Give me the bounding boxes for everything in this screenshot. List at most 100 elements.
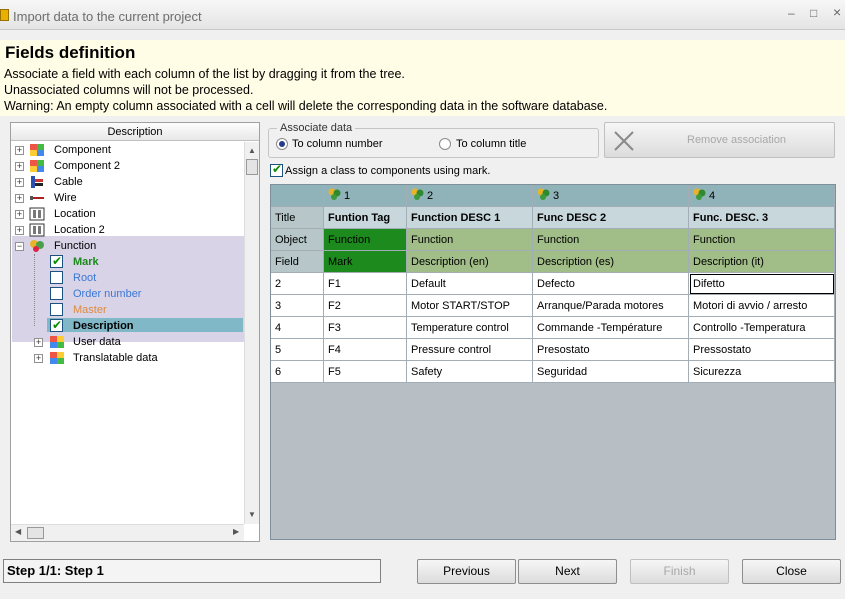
tree-item-label: Description <box>73 320 134 332</box>
tree-item-label: Root <box>73 272 97 284</box>
tree-column-header[interactable]: Description <box>11 123 259 141</box>
field-cell[interactable]: Mark <box>324 251 407 273</box>
data-cell[interactable]: Pressostato <box>689 339 835 361</box>
tree-item-label: Master <box>73 304 107 316</box>
field-cell[interactable]: Description (en) <box>407 251 533 273</box>
row-label-object: Object <box>271 229 324 251</box>
tree-item-wire[interactable]: + Wire <box>11 190 243 206</box>
maximize-button[interactable]: □ <box>810 6 817 20</box>
row-label-title: Title <box>271 207 324 229</box>
data-cell-selected[interactable]: Difetto <box>689 273 835 295</box>
remove-association-button[interactable]: Remove association <box>604 122 835 158</box>
data-cell[interactable]: Motori di avvio / arresto <box>689 295 835 317</box>
field-cell[interactable]: Description (es) <box>533 251 689 273</box>
column-header[interactable]: 1 <box>324 185 407 207</box>
tree-item-label: Location <box>54 208 96 220</box>
to-column-title-radio[interactable] <box>439 138 451 150</box>
to-column-title-label[interactable]: To column title <box>456 138 526 150</box>
column-header[interactable]: 3 <box>533 185 689 207</box>
remove-association-label: Remove association <box>687 134 787 146</box>
row-number[interactable]: 4 <box>271 317 324 339</box>
tree-item-label: Mark <box>73 256 99 268</box>
data-cell[interactable]: F5 <box>324 361 407 383</box>
scroll-thumb[interactable] <box>27 527 44 539</box>
column-title-cell[interactable]: Func DESC 2 <box>533 207 689 229</box>
tree-item-description[interactable]: Description <box>11 317 243 334</box>
assign-class-checkbox[interactable] <box>270 162 283 177</box>
instruction-line-1: Associate a field with each column of th… <box>4 67 405 81</box>
tree-item-location[interactable]: + Location <box>11 206 243 222</box>
column-title-cell[interactable]: Funtion Tag <box>324 207 407 229</box>
description-checkbox[interactable] <box>50 317 63 333</box>
row-number[interactable]: 5 <box>271 339 324 361</box>
data-cell[interactable]: Controllo -Temperatura <box>689 317 835 339</box>
field-tree[interactable]: Description + Component + Component 2 + … <box>10 122 260 542</box>
tree-item-master[interactable]: Master <box>11 302 243 318</box>
scroll-up-arrow-icon[interactable]: ▲ <box>248 146 256 155</box>
assign-class-label[interactable]: Assign a class to components using mark. <box>285 165 490 177</box>
tree-item-location-2[interactable]: + Location 2 <box>11 222 243 238</box>
tree-item-component-2[interactable]: + Component 2 <box>11 158 243 174</box>
column-header[interactable]: 4 <box>689 185 835 207</box>
finish-button[interactable]: Finish <box>630 559 729 584</box>
component-icon <box>30 160 44 172</box>
component-icon <box>30 144 44 156</box>
close-button[interactable]: Close <box>742 559 841 584</box>
associate-data-legend: Associate data <box>277 122 356 134</box>
mark-checkbox[interactable] <box>50 253 63 269</box>
tree-vertical-scrollbar[interactable]: ▲ ▼ <box>244 142 259 524</box>
data-cell[interactable]: Default <box>407 273 533 295</box>
data-cell[interactable]: Temperature control <box>407 317 533 339</box>
tree-item-component[interactable]: + Component <box>11 142 243 158</box>
object-cell[interactable]: Function <box>324 229 407 251</box>
data-cell[interactable]: Arranque/Parada motores <box>533 295 689 317</box>
data-cell[interactable]: Safety <box>407 361 533 383</box>
row-number[interactable]: 6 <box>271 361 324 383</box>
to-column-number-label[interactable]: To column number <box>292 138 383 150</box>
column-title-cell[interactable]: Function DESC 1 <box>407 207 533 229</box>
data-cell[interactable]: Pressure control <box>407 339 533 361</box>
data-cell[interactable]: Seguridad <box>533 361 689 383</box>
tree-item-root[interactable]: Root <box>11 270 243 286</box>
next-button[interactable]: Next <box>518 559 617 584</box>
tree-item-translatable-data[interactable]: + Translatable data <box>11 350 243 366</box>
root-checkbox[interactable] <box>50 271 63 284</box>
column-title-cell[interactable]: Func. DESC. 3 <box>689 207 835 229</box>
tree-item-order-number[interactable]: Order number <box>11 286 243 302</box>
scroll-thumb[interactable] <box>246 159 258 175</box>
scroll-right-arrow-icon[interactable]: ▶ <box>233 527 239 536</box>
tree-item-user-data[interactable]: + User data <box>11 334 243 350</box>
tree-horizontal-scrollbar[interactable]: ◀ ▶ <box>11 524 244 541</box>
object-cell[interactable]: Function <box>533 229 689 251</box>
tree-item-mark[interactable]: Mark <box>11 253 243 270</box>
tree-item-cable[interactable]: + Cable <box>11 174 243 190</box>
minimize-button[interactable]: – <box>788 6 795 20</box>
data-cell[interactable]: Defecto <box>533 273 689 295</box>
data-cell[interactable]: Commande -Température <box>533 317 689 339</box>
data-cell[interactable]: Presostato <box>533 339 689 361</box>
close-window-button[interactable]: × <box>833 4 841 20</box>
translatable-data-icon <box>50 352 64 364</box>
data-cell[interactable]: Motor START/STOP <box>407 295 533 317</box>
column-header[interactable]: 2 <box>407 185 533 207</box>
data-cell[interactable]: F3 <box>324 317 407 339</box>
step-status: Step 1/1: Step 1 <box>3 559 381 583</box>
field-cell[interactable]: Description (it) <box>689 251 835 273</box>
data-cell[interactable]: F1 <box>324 273 407 295</box>
to-column-number-radio[interactable] <box>276 138 288 150</box>
row-number[interactable]: 2 <box>271 273 324 295</box>
order-number-checkbox[interactable] <box>50 287 63 300</box>
mapping-grid[interactable]: 1 2 3 4 Title Funtion Tag Function DESC … <box>270 184 836 540</box>
object-cell[interactable]: Function <box>407 229 533 251</box>
scroll-down-arrow-icon[interactable]: ▼ <box>248 510 256 519</box>
data-cell[interactable]: F2 <box>324 295 407 317</box>
object-cell[interactable]: Function <box>689 229 835 251</box>
scroll-left-arrow-icon[interactable]: ◀ <box>15 527 21 536</box>
tree-item-function[interactable]: − Function <box>11 238 243 254</box>
master-checkbox[interactable] <box>50 303 63 316</box>
associate-data-group: Associate data To column number To colum… <box>268 122 599 158</box>
row-number[interactable]: 3 <box>271 295 324 317</box>
data-cell[interactable]: Sicurezza <box>689 361 835 383</box>
data-cell[interactable]: F4 <box>324 339 407 361</box>
previous-button[interactable]: Previous <box>417 559 516 584</box>
